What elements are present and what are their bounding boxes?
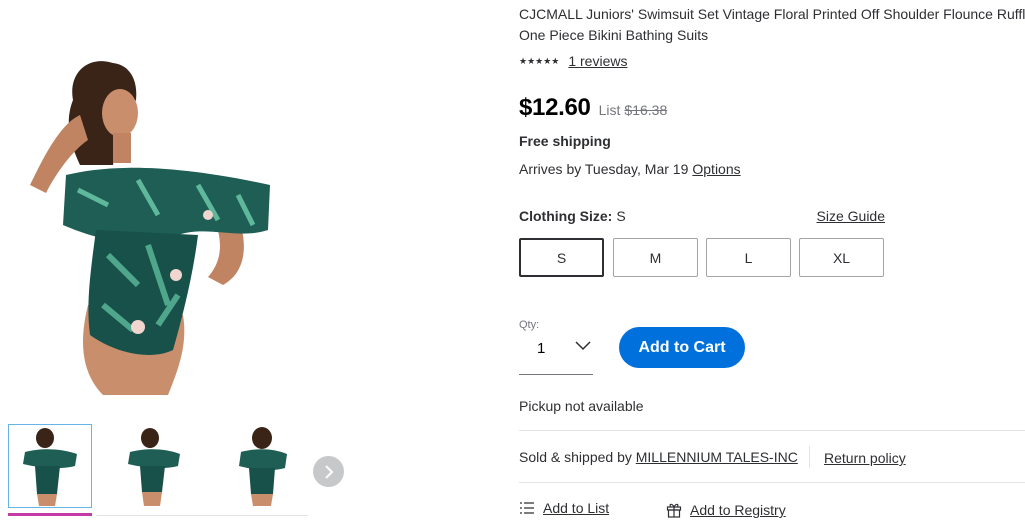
thumbnail-strip [6,424,308,519]
list-icon [520,502,534,514]
add-to-list-button[interactable]: Add to List [519,500,609,516]
thumbnail-divider [96,515,308,516]
thumbnail-3[interactable] [220,424,304,508]
add-to-registry-button[interactable]: Add to Registry [666,502,786,518]
swimsuit-thumbnail-image [128,428,180,506]
quantity-select[interactable]: 1 [519,335,593,375]
add-to-cart-button[interactable]: Add to Cart [619,327,745,368]
thumbnail-next-button[interactable] [313,456,344,487]
size-option-m[interactable]: M [613,238,698,277]
seller-link[interactable]: MILLENNIUM TALES-INC [636,449,798,465]
quantity-value: 1 [537,340,546,357]
divider [519,430,1025,431]
product-main-image[interactable] [18,55,288,395]
free-shipping-text: Free shipping [519,133,611,149]
vertical-divider [809,446,810,468]
list-price-label: List [598,102,621,118]
size-option-l[interactable]: L [706,238,791,277]
size-label: Clothing Size: [519,208,613,224]
shipping-options-link[interactable]: Options [692,161,740,177]
seller-info: Sold & shipped by MILLENNIUM TALES-INC [519,449,798,465]
return-policy-link[interactable]: Return policy [824,450,906,466]
star-rating-icon: ★★★★★ [519,55,560,66]
sold-by-label: Sold & shipped by [519,449,632,465]
pickup-status: Pickup not available [519,398,644,414]
rating-row: ★★★★★ 1 reviews [519,52,627,70]
thumbnail-1[interactable] [8,424,92,508]
add-to-list-label: Add to List [543,500,610,516]
arrival-info: Arrives by Tuesday, Mar 19 Options [519,161,741,177]
list-price: $16.38 [624,102,668,118]
product-title-line-2: One Piece Bikini Bathing Suits [519,27,709,43]
add-to-registry-label: Add to Registry [690,502,786,518]
swimsuit-model-image [30,61,270,395]
selected-size-value: S [616,208,626,224]
current-price: $12.60 [519,94,591,121]
chevron-down-icon [575,341,591,351]
size-guide-link[interactable]: Size Guide [817,208,885,224]
product-title: CJCMALL Juniors' Swimsuit Set Vintage Fl… [519,4,1025,46]
product-title-line-1: CJCMALL Juniors' Swimsuit Set Vintage Fl… [519,6,1025,22]
divider [519,482,1025,483]
size-option-xl[interactable]: XL [799,238,884,277]
gift-icon [666,503,682,518]
arrival-date: Arrives by Tuesday, Mar 19 [519,161,689,177]
swimsuit-thumbnail-image [239,427,287,506]
thumbnail-2[interactable] [111,424,195,508]
reviews-link[interactable]: 1 reviews [568,53,627,69]
size-label-row: Clothing Size: S Size Guide [519,208,885,224]
swimsuit-thumbnail-image [23,428,77,506]
thumbnail-active-indicator [8,513,92,516]
size-option-s[interactable]: S [519,238,604,277]
chevron-right-icon [324,464,333,479]
price-row: $12.60 List $16.38 [519,94,667,122]
quantity-label: Qty: [519,319,540,331]
